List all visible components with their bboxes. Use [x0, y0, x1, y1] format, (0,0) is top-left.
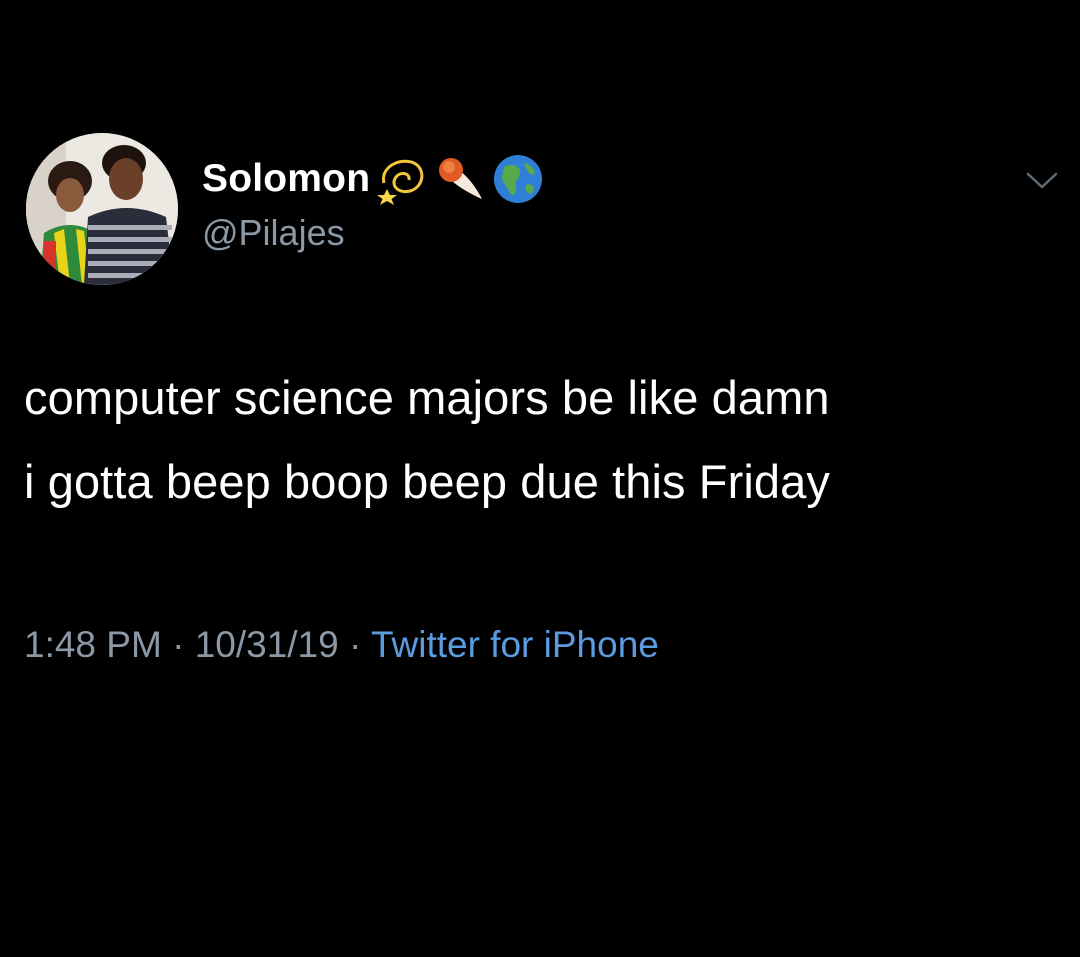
globe-americas-icon: [492, 153, 544, 205]
meta-separator: ·: [338, 624, 371, 665]
chevron-down-icon[interactable]: [1022, 165, 1062, 195]
tweet-source-link[interactable]: Twitter for iPhone: [371, 624, 659, 665]
tweet-text-line: i gotta beep boop beep due this Friday: [24, 455, 830, 508]
name-row: Solomon: [202, 150, 544, 208]
tweet-date: 10/31/19: [194, 624, 339, 665]
tweet-text: computer science majors be like damn i g…: [24, 356, 1064, 524]
user-info: Solomon @Pilajes: [202, 150, 544, 254]
user-handle[interactable]: @Pilajes: [202, 212, 544, 254]
tweet-time: 1:48 PM: [24, 624, 162, 665]
display-name[interactable]: Solomon: [202, 157, 370, 201]
tweet-card: Solomon @Pilajes computer science majors…: [0, 0, 1080, 957]
avatar-photo: [26, 133, 178, 285]
dizzy-star-icon: [376, 153, 428, 205]
avatar[interactable]: [26, 133, 178, 285]
tweet-text-line: computer science majors be like damn: [24, 371, 830, 424]
comet-icon: [434, 153, 486, 205]
tweet-meta: 1:48 PM · 10/31/19 · Twitter for iPhone: [24, 624, 659, 666]
meta-separator: ·: [161, 624, 195, 665]
